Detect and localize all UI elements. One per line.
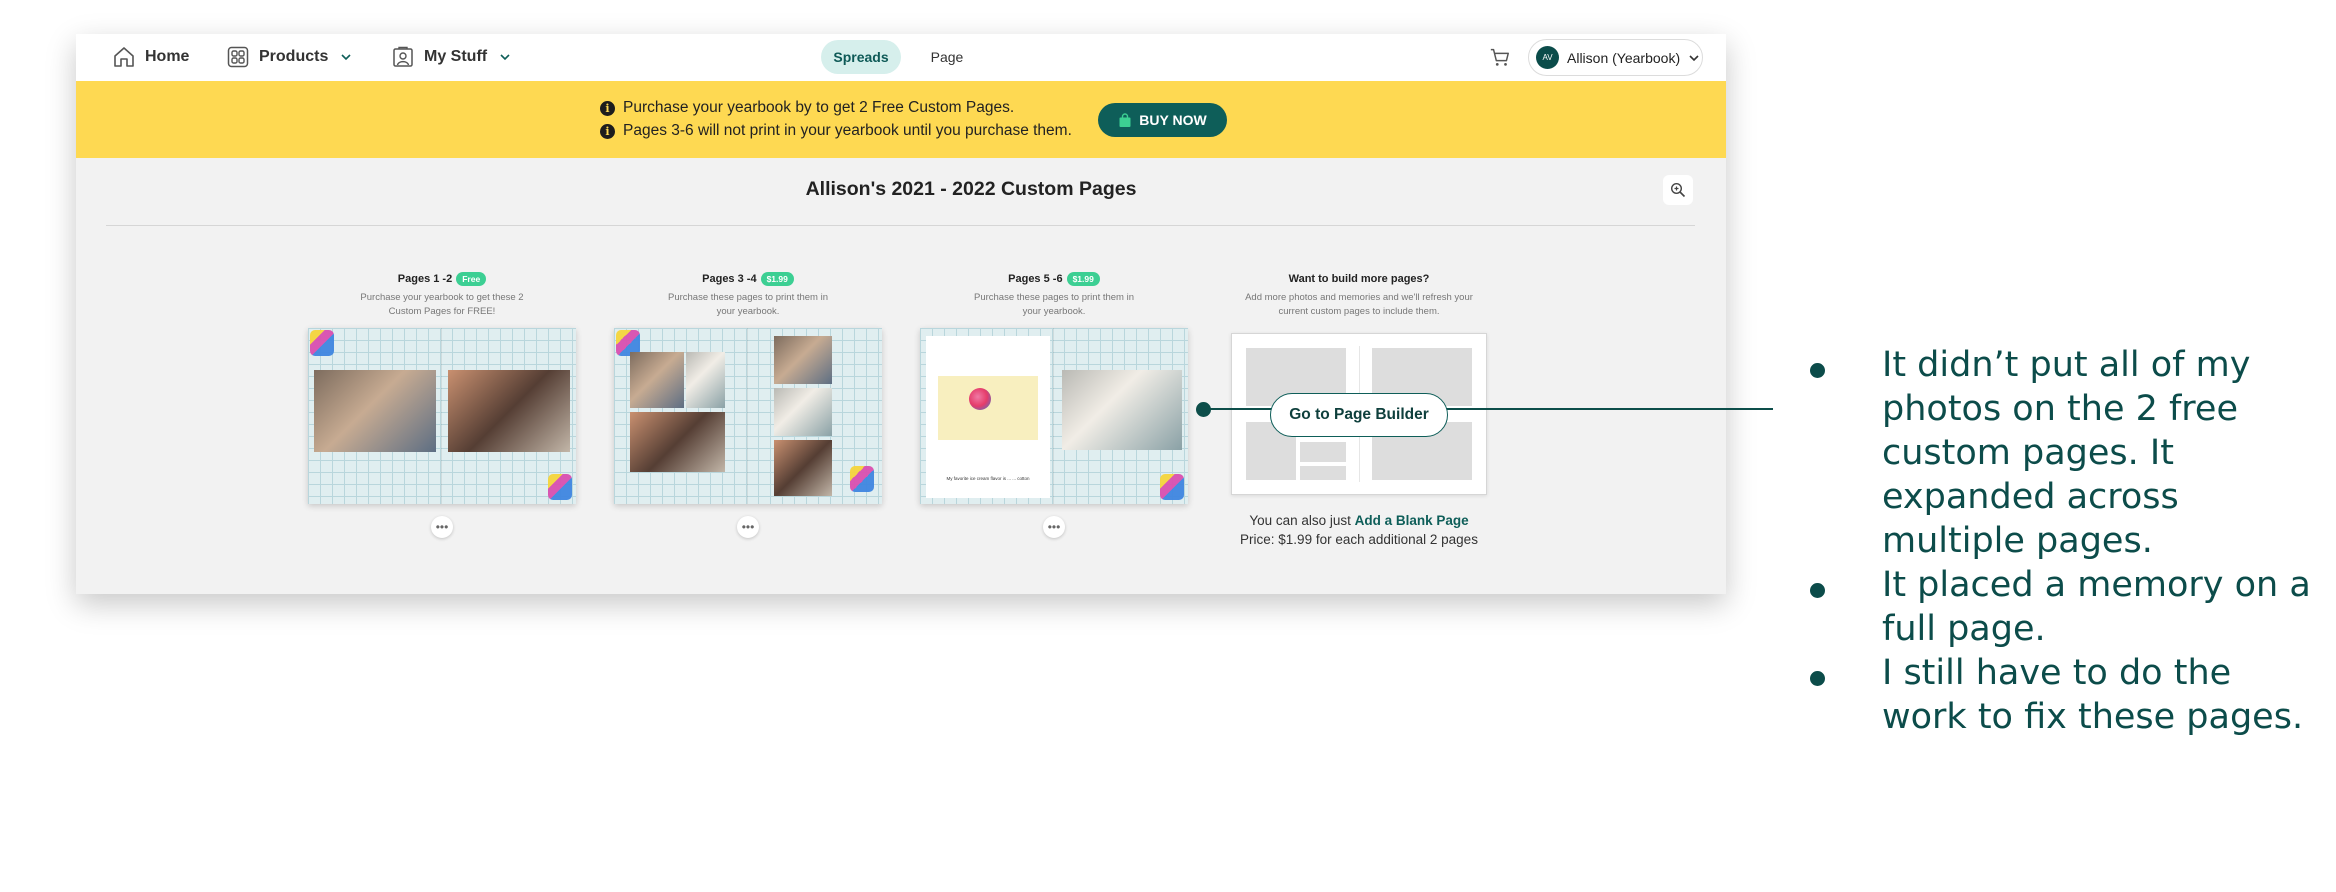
- cart-icon: [1490, 48, 1509, 66]
- buy-now-label: BUY NOW: [1139, 112, 1207, 128]
- spread-description: Purchase your yearbook to get these 2 Cu…: [360, 292, 524, 317]
- more-options-button[interactable]: •••: [737, 516, 759, 538]
- spread-header-pages-1-2: Pages 1 -2 Free Purchase your yearbook to…: [307, 271, 577, 319]
- app-window: Home Products My Stuff Spreads Page AV A…: [76, 34, 1726, 594]
- spread-thumbnail-pages-1-2[interactable]: [308, 328, 576, 504]
- more-options-button[interactable]: •••: [1043, 516, 1065, 538]
- memory-page: My favorite ice cream flavor is ... ... …: [926, 336, 1050, 498]
- blank-prefix: You can also just: [1249, 513, 1355, 528]
- layout-block: [1300, 466, 1346, 480]
- annotation-bullet: It placed a memory on a full page.: [1800, 563, 2320, 651]
- banner-text: Purchase your yearbook by to get 2 Free …: [623, 99, 1015, 116]
- buy-now-button[interactable]: BUY NOW: [1098, 103, 1227, 137]
- banner-line: i Purchase your yearbook by to get 2 Fre…: [600, 99, 1014, 117]
- spread-title: Pages 3 -4: [702, 273, 757, 285]
- photo: [630, 412, 725, 472]
- sticker-decoration: [548, 474, 572, 500]
- spread-thumbnail-pages-3-4[interactable]: [614, 328, 882, 504]
- divider: [106, 225, 1695, 226]
- zoom-button[interactable]: [1663, 175, 1693, 205]
- photo: [774, 440, 832, 496]
- nav-products-label: Products: [259, 48, 329, 65]
- memory-image: [938, 376, 1038, 440]
- banner-line: i Pages 3-6 will not print in your yearb…: [600, 122, 1072, 140]
- photo: [314, 370, 436, 452]
- top-nav: Home Products My Stuff Spreads Page AV A…: [76, 34, 1726, 81]
- my-stuff-icon: [393, 46, 413, 67]
- memory-caption: My favorite ice cream flavor is ... ... …: [946, 476, 1030, 481]
- more-options-button[interactable]: •••: [431, 516, 453, 538]
- build-more-title: Want to build more pages?: [1288, 273, 1430, 285]
- info-icon: i: [600, 123, 615, 139]
- price-badge: $1.99: [760, 272, 794, 286]
- build-more-description: Add more photos and memories and we'll r…: [1245, 292, 1473, 317]
- blank-price: Price: $1.99 for each additional 2 pages: [1240, 532, 1478, 547]
- layout-block: [1300, 442, 1346, 462]
- add-blank-page-info: You can also just Add a Blank Page Price…: [1176, 511, 1542, 549]
- annotation-bullets: It didn’t put all of my photos on the 2 …: [1800, 343, 2320, 739]
- price-badge: $1.99: [1066, 272, 1100, 286]
- home-icon: [114, 47, 134, 67]
- nav-home[interactable]: Home: [112, 42, 189, 72]
- spread-title: Pages 5 -6: [1008, 273, 1063, 285]
- annotation-connector-dot: [1196, 402, 1211, 417]
- zoom-in-icon: [1670, 182, 1686, 198]
- build-more-header: Want to build more pages? Add more photo…: [1224, 271, 1494, 319]
- tab-page[interactable]: Page: [916, 40, 978, 74]
- products-icon: [227, 46, 249, 68]
- annotation-bullet: I still have to do the work to fix these…: [1800, 651, 2320, 739]
- sticker-decoration: [1160, 474, 1184, 500]
- nav-products[interactable]: Products: [226, 42, 352, 72]
- photo: [630, 352, 684, 408]
- info-icon: i: [600, 100, 615, 116]
- shopping-bag-icon: [1119, 112, 1131, 127]
- spread-header-pages-5-6: Pages 5 -6 $1.99 Purchase these pages to …: [919, 271, 1189, 319]
- ice-cream-icon: [969, 388, 991, 410]
- banner-text: Pages 3-6 will not print in your yearboo…: [623, 122, 1072, 139]
- spread-title: Pages 1 -2: [397, 273, 453, 285]
- photo: [686, 352, 725, 408]
- annotation-bullet: It didn’t put all of my photos on the 2 …: [1800, 343, 2320, 563]
- photo: [774, 336, 832, 384]
- nav-my-stuff[interactable]: My Stuff: [391, 42, 511, 72]
- spread-description: Purchase these pages to print them in yo…: [973, 292, 1134, 317]
- account-menu[interactable]: AV Allison (Yearbook): [1528, 39, 1703, 76]
- price-badge: Free: [456, 272, 487, 286]
- chevron-down-icon: [341, 54, 351, 61]
- purchase-banner: i Purchase your yearbook by to get 2 Fre…: [76, 81, 1726, 158]
- nav-my-stuff-label: My Stuff: [424, 48, 488, 65]
- nav-home-label: Home: [145, 48, 190, 65]
- sticker-decoration: [850, 466, 874, 492]
- photo: [774, 388, 832, 436]
- page-title: Allison's 2021 - 2022 Custom Pages: [805, 178, 1137, 200]
- photo: [1062, 370, 1182, 450]
- chevron-down-icon: [500, 54, 510, 61]
- account-name: Allison (Yearbook): [1567, 49, 1681, 66]
- add-blank-page-link[interactable]: Add a Blank Page: [1355, 513, 1469, 528]
- tab-spreads[interactable]: Spreads: [821, 40, 901, 74]
- cart-button[interactable]: [1489, 46, 1511, 73]
- go-to-page-builder-button[interactable]: Go to Page Builder: [1270, 393, 1448, 437]
- spread-description: Purchase these pages to print them in yo…: [667, 292, 828, 317]
- spread-thumbnail-pages-5-6[interactable]: My favorite ice cream flavor is ... ... …: [920, 328, 1188, 504]
- photo: [448, 370, 570, 452]
- chevron-down-icon: [1689, 54, 1699, 61]
- sticker-decoration: [310, 330, 334, 356]
- spread-header-pages-3-4: Pages 3 -4 $1.99 Purchase these pages to …: [613, 271, 883, 319]
- avatar: AV: [1536, 46, 1559, 69]
